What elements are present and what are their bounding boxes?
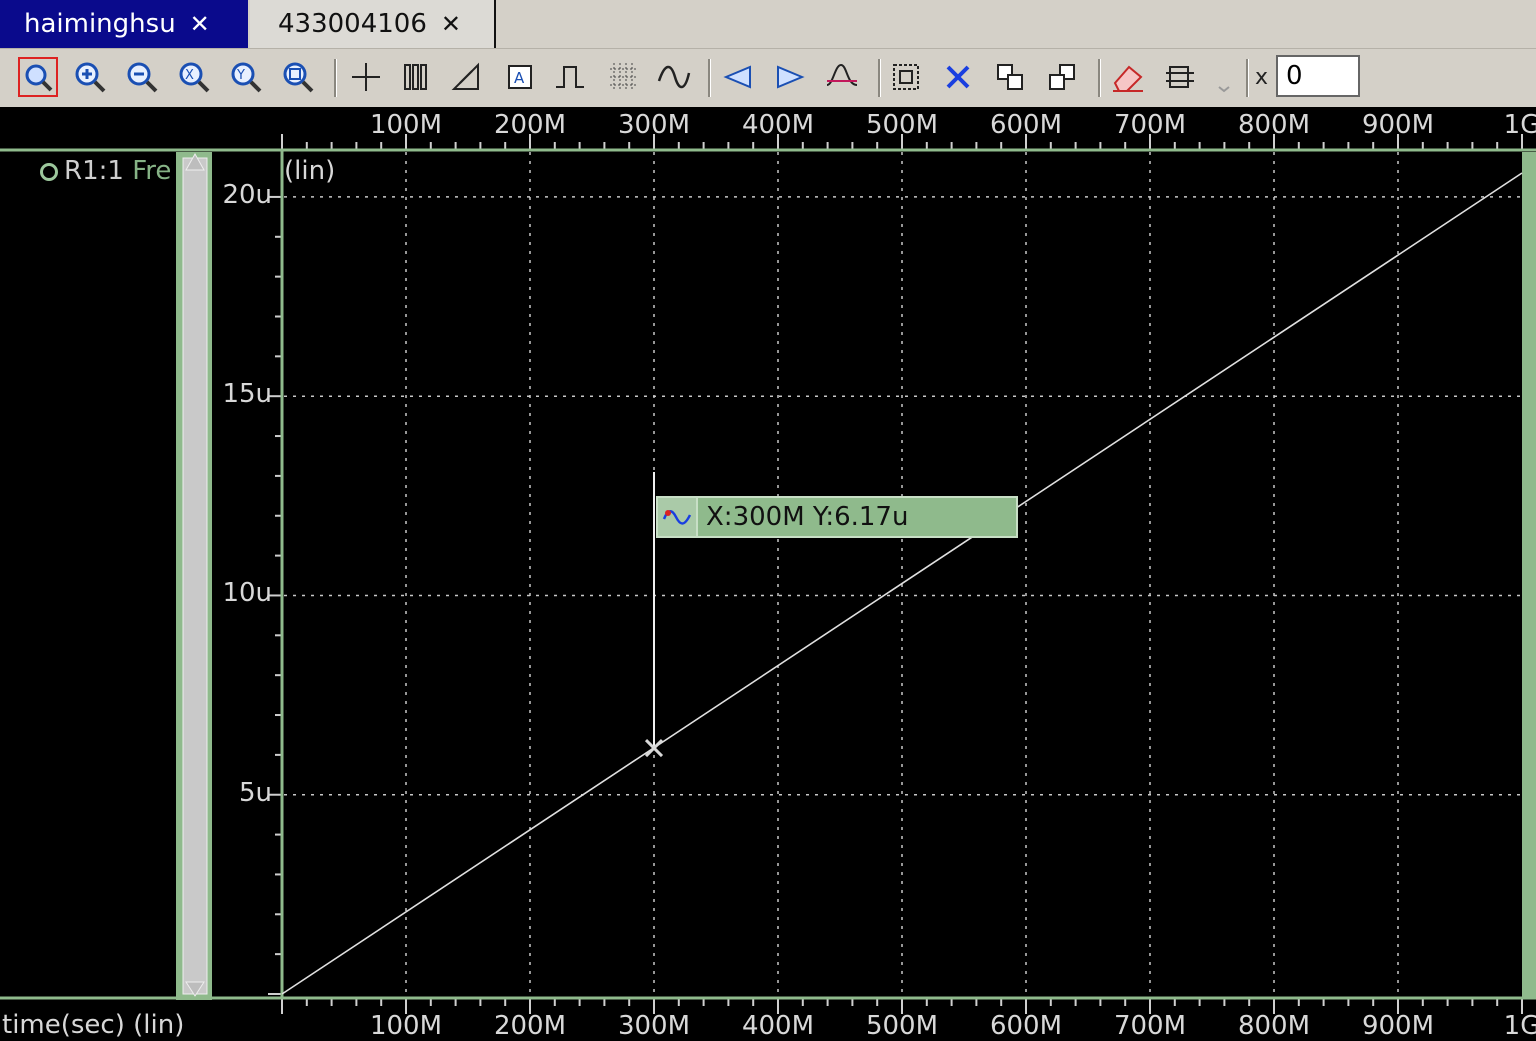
legend-name: Fre bbox=[132, 156, 172, 186]
zoom-y-icon[interactable]: Y bbox=[226, 57, 266, 97]
paste-icon[interactable] bbox=[1042, 57, 1082, 97]
y-tick-label: 10u bbox=[222, 578, 272, 609]
y-tick-label: 15u bbox=[222, 379, 272, 410]
x-tick-label-top: 200M bbox=[493, 110, 567, 140]
y-scale-label: (lin) bbox=[284, 156, 336, 186]
x-tick-label-bottom: 400M bbox=[741, 1011, 815, 1041]
x-tick-label-bottom: 100M bbox=[369, 1011, 443, 1041]
waveform-marker-icon[interactable] bbox=[654, 57, 694, 97]
x-tick-label-bottom: 700M bbox=[1113, 1011, 1187, 1041]
tab-label: 433004106 bbox=[278, 9, 427, 39]
tab-433004106[interactable]: 433004106 ✕ bbox=[250, 0, 496, 48]
chevron-down-icon[interactable] bbox=[1214, 57, 1234, 97]
x-tick-label-bottom: 1G bbox=[1503, 1011, 1536, 1041]
x-tick-label-bottom: 500M bbox=[865, 1011, 939, 1041]
eraser-icon[interactable] bbox=[1108, 57, 1148, 97]
copy-icon[interactable] bbox=[990, 57, 1030, 97]
next-icon[interactable] bbox=[770, 57, 810, 97]
zoom-area-icon[interactable] bbox=[278, 57, 318, 97]
pulse-marker-icon[interactable] bbox=[550, 57, 590, 97]
toolbar-separator bbox=[1246, 59, 1249, 97]
cursor-tooltip[interactable]: X:300M Y:6.17u bbox=[656, 496, 1018, 538]
x-tick-label-top: 900M bbox=[1361, 110, 1435, 140]
close-icon[interactable]: ✕ bbox=[190, 10, 210, 38]
svg-text:Y: Y bbox=[236, 68, 245, 83]
peak-icon[interactable] bbox=[822, 57, 862, 97]
x-tick-label-bottom: 200M bbox=[493, 1011, 567, 1041]
axis-config-icon[interactable] bbox=[1160, 57, 1200, 97]
x-tick-label-bottom: 300M bbox=[617, 1011, 691, 1041]
svg-text:X: X bbox=[185, 68, 194, 83]
x-tick-label-bottom: 900M bbox=[1361, 1011, 1435, 1041]
x-tick-label-top: 800M bbox=[1237, 110, 1311, 140]
toolbar-separator bbox=[1098, 59, 1101, 97]
legend-prefix: R1:1 bbox=[64, 156, 124, 186]
svg-text:A: A bbox=[514, 69, 525, 87]
x-value-input[interactable]: 0 bbox=[1276, 55, 1360, 97]
toolbar: X Y A x 0 bbox=[0, 48, 1536, 107]
previous-icon[interactable] bbox=[718, 57, 758, 97]
waveform-icon bbox=[658, 498, 698, 536]
x-tick-label-top: 100M bbox=[369, 110, 443, 140]
toolbar-separator bbox=[334, 59, 337, 97]
x-value-label: x bbox=[1255, 65, 1269, 90]
x-tick-label-top: 400M bbox=[741, 110, 815, 140]
tab-haiminghsu[interactable]: haiminghsu ✕ bbox=[0, 0, 248, 48]
toolbar-separator bbox=[878, 59, 881, 97]
vertical-markers-icon[interactable] bbox=[396, 57, 436, 97]
legend-item[interactable]: R1:1 Fre bbox=[40, 156, 171, 186]
x-tick-label-top: 600M bbox=[989, 110, 1063, 140]
zoom-out-icon[interactable] bbox=[122, 57, 162, 97]
zoom-x-icon[interactable]: X bbox=[174, 57, 214, 97]
delete-icon[interactable] bbox=[938, 57, 978, 97]
x-tick-label-top: 1G bbox=[1503, 110, 1536, 140]
select-region-icon[interactable] bbox=[886, 57, 926, 97]
delta-measure-icon[interactable] bbox=[446, 57, 486, 97]
tab-label: haiminghsu bbox=[24, 9, 176, 39]
right-scrollbar[interactable] bbox=[1522, 152, 1536, 998]
y-tick-label: 20u bbox=[222, 179, 272, 210]
crosshair-icon[interactable] bbox=[346, 57, 386, 97]
x-tick-label-top: 700M bbox=[1113, 110, 1187, 140]
close-icon[interactable]: ✕ bbox=[441, 10, 461, 38]
scrollbar-thumb[interactable] bbox=[182, 157, 208, 995]
tooltip-text: X:300M Y:6.17u bbox=[706, 502, 909, 532]
waveform-plot[interactable] bbox=[0, 106, 1536, 1041]
toolbar-separator bbox=[708, 59, 711, 97]
grid-toggle-icon[interactable] bbox=[604, 57, 644, 97]
x-tick-label-top: 300M bbox=[617, 110, 691, 140]
x-axis-title: time(sec) (lin) bbox=[2, 1010, 185, 1040]
annotation-icon[interactable]: A bbox=[500, 57, 540, 97]
zoom-fit-icon[interactable] bbox=[18, 57, 58, 97]
tab-bar: haiminghsu ✕ 433004106 ✕ bbox=[0, 0, 1536, 48]
x-tick-label-bottom: 600M bbox=[989, 1011, 1063, 1041]
x-tick-label-top: 500M bbox=[865, 110, 939, 140]
signal-dot-icon bbox=[40, 162, 58, 181]
zoom-in-icon[interactable] bbox=[70, 57, 110, 97]
x-tick-label-bottom: 800M bbox=[1237, 1011, 1311, 1041]
y-tick-label: 5u bbox=[238, 777, 272, 808]
